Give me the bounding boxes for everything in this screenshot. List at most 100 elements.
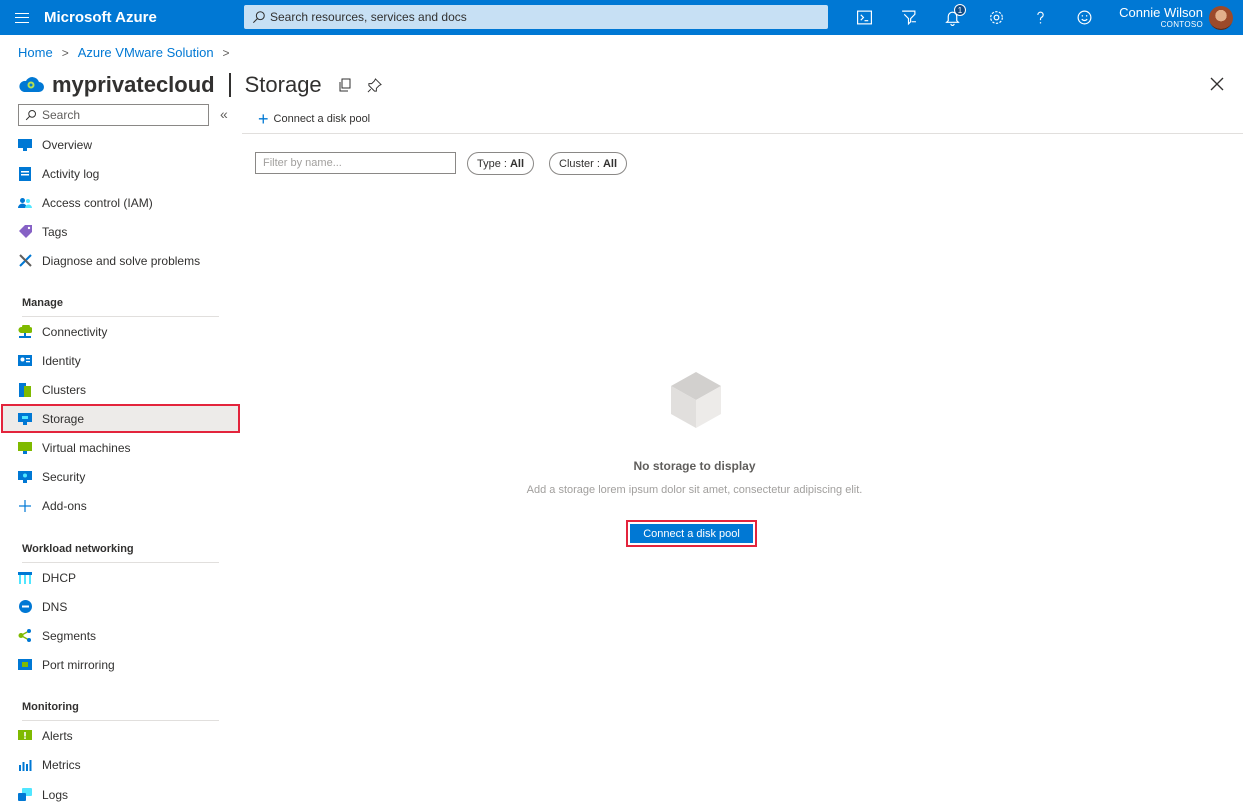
sidebar-item-dhcp[interactable]: DHCP xyxy=(18,563,228,592)
help-question-icon[interactable] xyxy=(1018,0,1062,35)
sidebar-item-diagnose[interactable]: Diagnose and solve problems xyxy=(18,246,228,275)
overview-icon xyxy=(18,138,32,152)
tag-icon xyxy=(18,225,32,239)
sidebar-item-iam[interactable]: Access control (IAM) xyxy=(18,188,228,217)
alerts-icon xyxy=(18,729,32,743)
title-divider xyxy=(228,73,231,97)
sidebar-item-label: Logs xyxy=(42,787,69,802)
port-mirroring-icon xyxy=(18,658,32,672)
sidebar-item-label: Storage xyxy=(42,411,85,426)
page-header: myprivatecloud Storage xyxy=(18,70,396,100)
sidebar-item-logs[interactable]: Logs xyxy=(18,780,228,809)
filter-by-name-input[interactable]: Filter by name... xyxy=(255,152,456,174)
segments-icon xyxy=(18,629,32,643)
sidebar-item-add-ons[interactable]: Add-ons xyxy=(18,491,228,520)
type-filter-label: Type : xyxy=(477,157,507,170)
command-bar: + Connect a disk pool xyxy=(242,104,1243,134)
sidebar-item-storage[interactable]: Storage xyxy=(18,404,228,433)
avatar xyxy=(1209,5,1233,30)
cluster-filter-value: All xyxy=(602,157,618,170)
sidebar-item-label: Access control (IAM) xyxy=(42,195,153,210)
section-heading-manage: Manage xyxy=(22,297,63,309)
sidebar-item-dns[interactable]: DNS xyxy=(18,592,228,621)
connect-disk-pool-command[interactable]: + Connect a disk pool xyxy=(258,110,370,128)
sidebar-item-activity-log[interactable]: Activity log xyxy=(18,159,228,188)
menu-search-placeholder: Search xyxy=(42,108,81,122)
notifications-bell-icon[interactable]: 1 xyxy=(930,0,974,35)
sidebar-item-port-mirroring[interactable]: Port mirroring xyxy=(18,650,228,679)
menu-icon[interactable] xyxy=(0,0,44,35)
filter-placeholder: Filter by name... xyxy=(263,157,342,169)
sidebar-item-clusters[interactable]: Clusters xyxy=(18,375,228,404)
connect-disk-pool-label: Connect a disk pool xyxy=(273,113,371,125)
user-org: CONTOSO xyxy=(1160,20,1203,29)
search-icon xyxy=(252,11,265,24)
sidebar-item-label: Security xyxy=(42,469,86,484)
sidebar-item-security[interactable]: Security xyxy=(18,462,228,491)
copy-icon[interactable] xyxy=(336,76,354,94)
section-heading-workload-networking: Workload networking xyxy=(22,543,134,555)
cloud-shell-icon[interactable] xyxy=(842,0,886,35)
sidebar-item-label: Overview xyxy=(42,137,93,152)
sidebar-item-label: Virtual machines xyxy=(42,440,131,455)
identity-icon xyxy=(18,354,32,368)
sidebar-item-virtual-machines[interactable]: Virtual machines xyxy=(18,433,228,462)
connectivity-icon xyxy=(18,325,32,339)
empty-state-description: Add a storage lorem ipsum dolor sit amet… xyxy=(526,484,863,496)
global-search-input[interactable]: Search resources, services and docs xyxy=(244,5,828,29)
dns-icon xyxy=(18,600,32,614)
top-bar: Microsoft Azure Search resources, servic… xyxy=(0,0,1243,35)
connect-disk-pool-button[interactable]: Connect a disk pool xyxy=(630,524,753,543)
sidebar-item-label: Alerts xyxy=(42,728,73,743)
section-heading-monitoring: Monitoring xyxy=(22,701,79,713)
collapse-menu-icon[interactable]: « xyxy=(220,106,228,122)
sidebar-item-label: DNS xyxy=(42,599,68,614)
type-filter-value: All xyxy=(509,157,525,170)
global-search-placeholder: Search resources, services and docs xyxy=(270,10,467,24)
dhcp-icon xyxy=(18,571,32,585)
private-cloud-icon xyxy=(19,77,44,92)
sidebar-item-label: Tags xyxy=(42,224,68,239)
metrics-icon xyxy=(18,758,32,772)
wrench-icon xyxy=(18,254,32,268)
sidebar-item-overview[interactable]: Overview xyxy=(18,130,228,159)
breadcrumb-avs[interactable]: Azure VMware Solution xyxy=(78,45,214,60)
sidebar-item-label: Metrics xyxy=(42,757,81,772)
empty-state-title: No storage to display xyxy=(633,459,756,473)
directory-filter-icon[interactable] xyxy=(886,0,930,35)
virtual-machine-icon xyxy=(18,441,32,455)
empty-storage-cube-icon xyxy=(671,372,721,428)
settings-gear-icon[interactable] xyxy=(974,0,1018,35)
breadcrumb-home[interactable]: Home xyxy=(18,45,53,60)
sidebar-item-label: Activity log xyxy=(42,166,100,181)
sidebar-item-label: DHCP xyxy=(42,570,77,585)
sidebar-item-label: Segments xyxy=(42,628,97,643)
chevron-right-icon: > xyxy=(222,45,230,60)
sidebar-item-label: Identity xyxy=(42,353,81,368)
cluster-filter-pill[interactable]: Cluster : All xyxy=(549,152,628,175)
brand-title[interactable]: Microsoft Azure xyxy=(44,9,244,26)
sidebar-item-label: Connectivity xyxy=(42,324,108,339)
sidebar-item-identity[interactable]: Identity xyxy=(18,346,228,375)
sidebar-item-connectivity[interactable]: Connectivity xyxy=(18,317,228,346)
security-icon xyxy=(18,470,32,484)
sidebar-item-tags[interactable]: Tags xyxy=(18,217,228,246)
page-title: Storage xyxy=(244,72,322,97)
feedback-smiley-icon[interactable] xyxy=(1062,0,1106,35)
plus-icon xyxy=(18,499,32,513)
breadcrumb: Home > Azure VMware Solution > xyxy=(18,45,239,60)
pin-icon[interactable] xyxy=(366,76,384,94)
close-icon[interactable] xyxy=(1209,76,1225,92)
notification-count-badge: 1 xyxy=(954,4,966,16)
chevron-right-icon: > xyxy=(61,45,69,60)
type-filter-pill[interactable]: Type : All xyxy=(467,152,535,175)
sidebar-item-alerts[interactable]: Alerts xyxy=(18,721,228,750)
user-name: Connie Wilson xyxy=(1119,5,1203,20)
sidebar-item-metrics[interactable]: Metrics xyxy=(18,750,228,779)
activity-log-icon xyxy=(18,166,32,181)
menu-search-input[interactable]: Search xyxy=(18,104,209,126)
logs-icon xyxy=(18,788,32,802)
clusters-icon xyxy=(18,382,32,397)
sidebar-item-segments[interactable]: Segments xyxy=(18,621,228,650)
user-account-menu[interactable]: Connie Wilson CONTOSO xyxy=(1119,0,1233,35)
